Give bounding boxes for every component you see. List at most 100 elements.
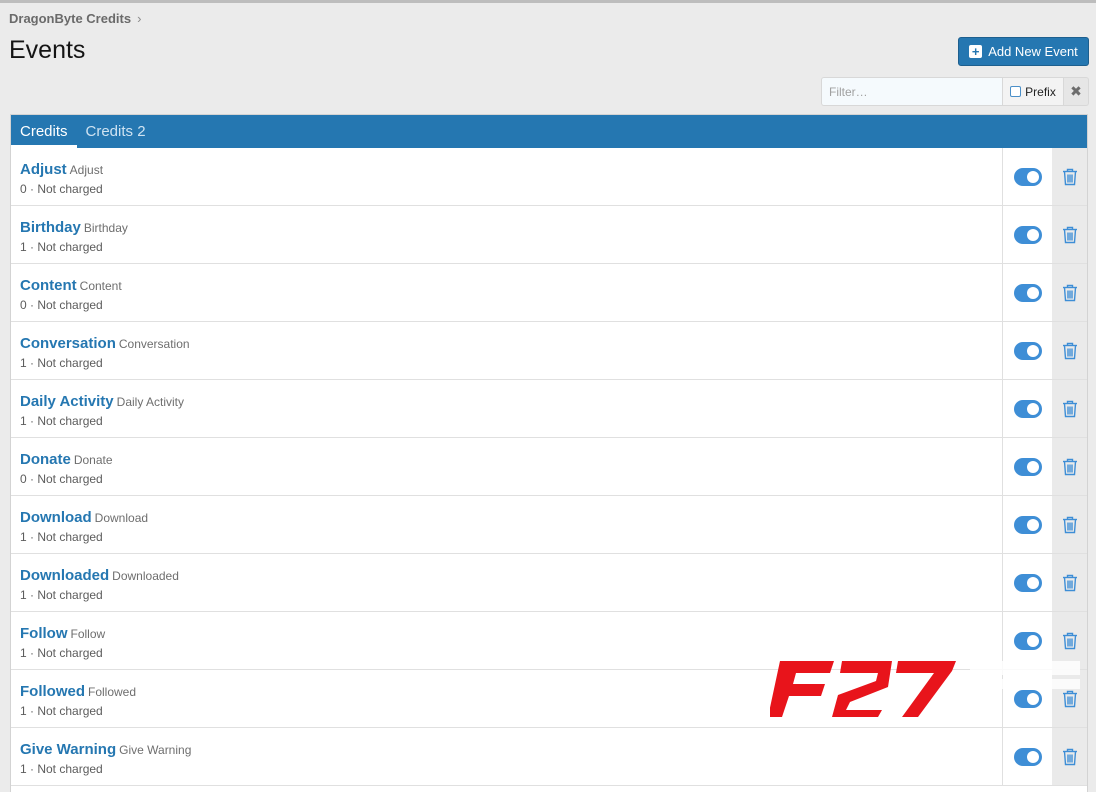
trash-icon [1062, 748, 1077, 765]
event-row-main: Daily Activity Daily Activity 1 · Not char… [11, 380, 1003, 437]
event-subtitle: Content [79, 279, 122, 293]
delete-button[interactable] [1052, 264, 1087, 321]
trash-icon [1062, 516, 1077, 533]
trash-icon [1062, 632, 1077, 649]
prefix-label: Prefix [1025, 84, 1056, 99]
delete-button[interactable] [1052, 554, 1087, 611]
plus-square-icon: + [969, 45, 983, 58]
tab-credits-2[interactable]: Credits 2 [77, 115, 155, 148]
event-meta: 1 · Not charged [20, 240, 103, 254]
toggle-knob [1026, 170, 1039, 183]
event-title-link[interactable]: Content [20, 277, 77, 294]
event-title-link[interactable]: Follow [20, 625, 68, 642]
trash-icon [1062, 458, 1077, 475]
event-subtitle: Daily Activity [116, 395, 185, 409]
event-subtitle: Downloaded [112, 569, 179, 583]
event-row: Download Download 1 · Not charged [11, 496, 1087, 554]
toggle-knob [1026, 286, 1039, 299]
event-row-main: Download Download 1 · Not charged [11, 496, 1003, 553]
close-icon: ✖ [1070, 83, 1082, 99]
event-row: Conversation Conversation 1 · Not charged [11, 322, 1087, 380]
event-row: Daily Activity Daily Activity 1 · Not char… [11, 380, 1087, 438]
trash-icon [1062, 284, 1077, 301]
enable-toggle[interactable] [1013, 225, 1042, 244]
event-row: Downloaded Downloaded 1 · Not charged [11, 554, 1087, 612]
event-subtitle: Birthday [83, 221, 128, 235]
event-meta: 1 · Not charged [20, 530, 103, 544]
trash-icon [1062, 574, 1077, 591]
event-subtitle: Download [94, 511, 149, 525]
toggle-knob [1026, 576, 1039, 589]
event-toggle-cell [1003, 322, 1052, 379]
event-title-link[interactable]: Donate [20, 451, 71, 468]
event-toggle-cell [1003, 438, 1052, 495]
event-title-link[interactable]: Download [20, 509, 92, 526]
event-meta: 1 · Not charged [20, 414, 103, 428]
delete-button[interactable] [1052, 206, 1087, 263]
enable-toggle[interactable] [1013, 283, 1042, 302]
event-subtitle: Donate [73, 453, 113, 467]
add-new-event-label: Add New Event [988, 44, 1078, 59]
toggle-knob [1026, 460, 1039, 473]
delete-button[interactable] [1052, 148, 1087, 205]
event-title-link[interactable]: Give Warning [20, 741, 116, 758]
clear-filter-button[interactable]: ✖ [1064, 77, 1089, 106]
event-row: Birthday Birthday 1 · Not charged [11, 206, 1087, 264]
event-meta: 0 · Not charged [20, 472, 103, 486]
event-subtitle: Adjust [69, 163, 104, 177]
enable-toggle[interactable] [1013, 341, 1042, 360]
delete-button[interactable] [1052, 322, 1087, 379]
event-title-link[interactable]: Daily Activity [20, 393, 114, 410]
event-title-link[interactable]: Followed [20, 683, 85, 700]
event-meta: 1 · Not charged [20, 588, 103, 602]
event-meta: 1 · Not charged [20, 762, 103, 776]
event-subtitle: Conversation [118, 337, 190, 351]
event-subtitle: Follow [70, 627, 106, 641]
filter-input[interactable] [821, 77, 1002, 106]
toggle-knob [1026, 344, 1039, 357]
tab-bar: Credits Credits 2 [11, 115, 1087, 148]
enable-toggle[interactable] [1013, 399, 1042, 418]
delete-button[interactable] [1052, 438, 1087, 495]
delete-button[interactable] [1052, 380, 1087, 437]
delete-button[interactable] [1052, 496, 1087, 553]
event-row: Content Content 0 · Not charged [11, 264, 1087, 322]
event-title-link[interactable]: Adjust [20, 161, 67, 178]
add-new-event-button[interactable]: + Add New Event [958, 37, 1089, 66]
breadcrumb-link[interactable]: DragonByte Credits [9, 11, 131, 26]
top-border [0, 0, 1096, 3]
breadcrumb-separator: › [137, 11, 142, 26]
event-row-main: Adjust Adjust 0 · Not charged [11, 148, 1003, 205]
breadcrumb: DragonByte Credits › [9, 11, 141, 26]
enable-toggle[interactable] [1013, 631, 1042, 650]
trash-icon [1062, 342, 1077, 359]
trash-icon [1062, 168, 1077, 185]
event-row-main: Birthday Birthday 1 · Not charged [11, 206, 1003, 263]
enable-toggle[interactable] [1013, 167, 1042, 186]
watermark-logo [770, 661, 1080, 717]
event-toggle-cell [1003, 148, 1052, 205]
toggle-knob [1026, 518, 1039, 531]
toggle-knob [1026, 228, 1039, 241]
event-row: Adjust Adjust 0 · Not charged [11, 148, 1087, 206]
enable-toggle[interactable] [1013, 515, 1042, 534]
event-toggle-cell [1003, 554, 1052, 611]
event-row: Donate Donate 0 · Not charged [11, 438, 1087, 496]
event-title-link[interactable]: Birthday [20, 219, 81, 236]
event-title-link[interactable]: Downloaded [20, 567, 109, 584]
checkbox-icon[interactable] [1010, 86, 1022, 97]
event-row-main: Conversation Conversation 1 · Not charged [11, 322, 1003, 379]
event-meta: 1 · Not charged [20, 356, 103, 370]
event-toggle-cell [1003, 496, 1052, 553]
event-meta: 0 · Not charged [20, 298, 103, 312]
tab-credits[interactable]: Credits [11, 115, 77, 148]
event-title-link[interactable]: Conversation [20, 335, 116, 352]
event-row-main: Downloaded Downloaded 1 · Not charged [11, 554, 1003, 611]
filter-bar: Prefix ✖ [821, 77, 1089, 106]
enable-toggle[interactable] [1013, 457, 1042, 476]
event-row-main: Content Content 0 · Not charged [11, 264, 1003, 321]
page-title: Events [9, 36, 86, 64]
enable-toggle[interactable] [1013, 573, 1042, 592]
enable-toggle[interactable] [1013, 747, 1042, 766]
prefix-checkbox[interactable]: Prefix [1002, 77, 1064, 106]
